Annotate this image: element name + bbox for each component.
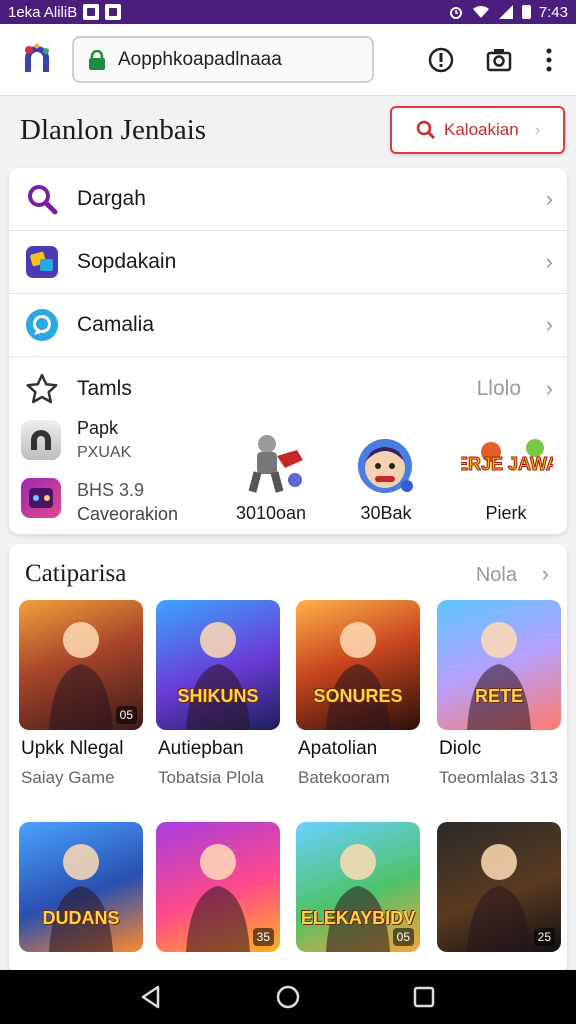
status-bar: 1eka AliliB 7:43 [0,0,576,24]
chevron-right-icon: › [545,375,553,401]
character-art-icon [326,622,390,730]
game-thumbnail[interactable]: RETE [437,600,561,730]
status-left-text: 1eka AliliB [8,3,78,21]
chevron-right-icon: › [545,312,553,337]
page-header: Dlanlon Jenbais Kaloakian › [0,96,576,166]
menu-item-label: Camalia [77,313,155,336]
overflow-menu-button[interactable] [535,46,563,74]
alert-circle-icon [428,47,454,73]
info-button[interactable] [427,46,455,74]
menu-item-label: Dargah [77,187,146,210]
game-thumbnail[interactable]: SONURES [296,600,420,730]
search-button[interactable]: Kaloakian › [390,106,565,154]
signal-icon [498,5,513,19]
arch-app-icon[interactable] [21,420,61,460]
game-logo-text: BERJE JAWAS [461,454,553,474]
game-subtitle: Toeomlalas 313 [439,768,559,787]
see-more-link[interactable]: Nola [476,564,517,587]
system-nav-bar [0,970,576,1024]
cartoon-face-icon[interactable] [355,436,417,498]
battery-icon [521,5,531,19]
menu-item-sopdakain[interactable]: Sopdakain › [9,231,567,294]
game-subtitle: Saiay Game [21,768,115,787]
back-icon[interactable] [138,984,164,1010]
menu-card: Dargah › Sopdakain › Camalia › Tamls Llo… [9,168,572,534]
address-text: Aopphkoapadlnaaa [118,48,282,70]
arch-icon [31,430,51,450]
game-title-art: ELEKAYBIDV [300,908,416,928]
character-art-icon [467,622,531,730]
camera-icon [486,49,512,72]
game-title-art: SHIKUNS [177,686,259,706]
address-bar[interactable]: Aopphkoapadlnaaa [72,36,374,83]
menu-item-dargah[interactable]: Dargah › [9,168,567,231]
controller-icon [29,488,53,508]
notification-icon [105,4,122,20]
menu-item-camalia[interactable]: Camalia › [9,294,567,357]
game-thumbnail[interactable]: ELEKAYBIDV 05 [296,822,420,952]
game-thumbnail[interactable]: SHIKUNS [156,600,280,730]
page-title: Dlanlon Jenbais [20,114,207,146]
recents-icon[interactable] [411,984,437,1010]
game-thumbnail[interactable]: DUDANS [19,822,143,952]
game-thumbnail[interactable]: 35 [156,822,280,952]
game-app-icon[interactable] [21,478,61,518]
game-thumbnail[interactable]: 25 [437,822,561,952]
chevron-right-icon: › [545,249,553,274]
chevron-right-icon: › [545,186,553,211]
wifi-icon [472,5,489,18]
menu-item-tamls[interactable]: Tamls Llolo › [9,357,567,420]
lock-icon [89,49,105,70]
section-title: Catiparisa [25,560,127,587]
game-badge: 35 [252,928,274,946]
featured-app-sub: Caveorakion [77,504,179,524]
robot-character-icon[interactable] [229,430,309,496]
character-art-icon [186,622,250,730]
games-section: Catiparisa Nola › 05 Upkk Nlegal Saiay Gam… [9,544,567,974]
chat-icon [26,309,58,341]
game-badge: 05 [392,928,414,946]
game-name[interactable]: Upkk Nlegal [21,738,123,760]
search-icon [416,120,436,140]
featured-app-name: Papk [77,418,119,438]
featured-app-label: 30Bak [360,503,412,523]
search-icon [28,185,58,215]
game-name[interactable]: Autiepban [158,738,244,760]
alarm-icon [449,7,462,19]
status-time: 7:43 [538,3,568,21]
game-name[interactable]: Apatolian [298,738,377,760]
featured-app-label: Pierk [485,503,527,523]
game-subtitle: Tobatsia Plola [158,768,264,787]
more-vertical-icon [546,48,552,72]
menu-item-label: Sopdakain [77,250,177,273]
browser-toolbar: Aopphkoapadlnaaa [0,24,576,96]
search-button-label: Kaloakian [444,120,519,139]
screenshot-button[interactable] [485,46,513,74]
chevron-right-icon: › [534,120,541,139]
chevron-right-icon: › [541,561,549,586]
game-title-art: DUDANS [42,908,120,928]
menu-item-label: Tamls [77,376,132,400]
game-logo-icon[interactable]: BERJE JAWAS [442,436,572,492]
puzzle-app-icon [26,246,58,278]
home-icon[interactable] [275,984,301,1010]
game-title-art: RETE [474,686,523,706]
game-name[interactable]: Diolc [439,738,481,760]
game-title-art: SONURES [313,686,403,706]
game-badge: 25 [533,928,555,946]
game-thumbnail[interactable]: 05 [19,600,143,730]
featured-app-name: BHS 3.9 [77,480,145,500]
star-icon [26,373,58,403]
featured-app-sub: PXUAK [77,444,132,461]
featured-app-label: 3010oan [235,503,307,523]
character-art-icon [49,844,113,952]
game-badge: 05 [115,706,137,724]
brand-logo-icon[interactable] [20,42,54,76]
notification-icon [83,4,100,20]
game-subtitle: Batekooram [298,768,390,787]
see-more-link[interactable]: Llolo [477,377,521,401]
